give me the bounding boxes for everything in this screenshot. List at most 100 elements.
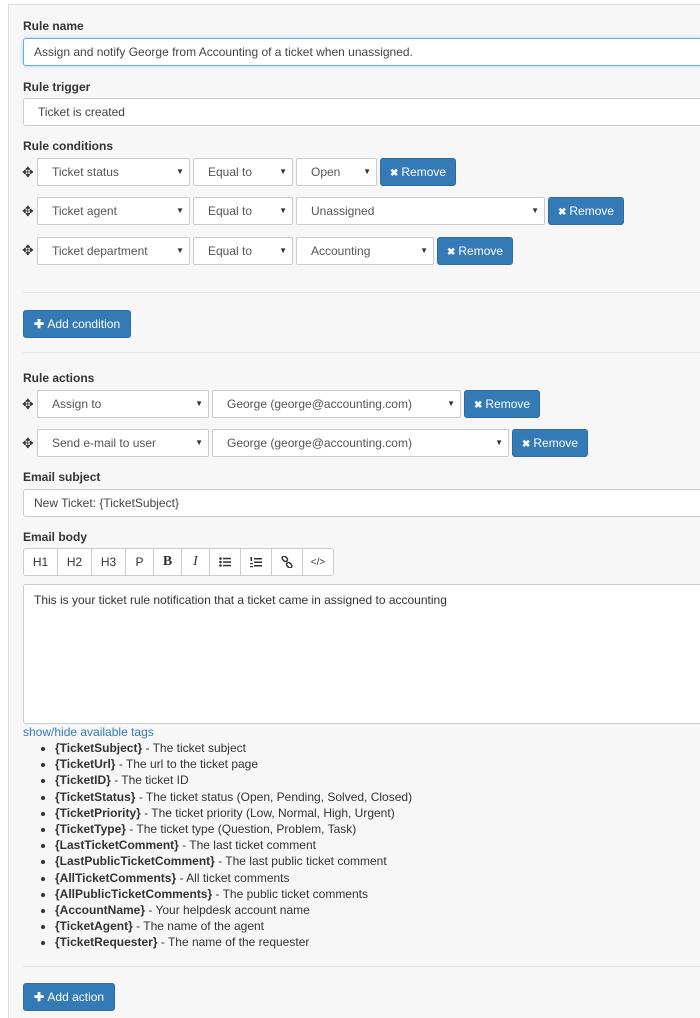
- link-button[interactable]: [271, 548, 303, 576]
- condition-field-select[interactable]: Ticket department ▼: [37, 237, 190, 265]
- code-icon: </>: [310, 556, 326, 568]
- condition-value-select[interactable]: Unassigned ▼: [296, 197, 545, 225]
- italic-button[interactable]: I: [181, 548, 210, 576]
- add-action-button[interactable]: ✚ Add action: [23, 983, 116, 1011]
- tag-item: {LastTicketComment} - The last ticket co…: [55, 838, 412, 854]
- close-icon: ✖: [558, 207, 567, 218]
- tag-item: {TicketUrl} - The url to the ticket page: [55, 757, 412, 773]
- tag-description: - The ticket status (Open, Pending, Solv…: [135, 789, 413, 804]
- tag-name: {TicketPriority}: [55, 805, 141, 820]
- action-type-value: Send e-mail to user: [52, 436, 157, 450]
- action-target-select[interactable]: George (george@accounting.com) ▼: [212, 429, 509, 457]
- rule-actions-label: Rule actions: [23, 371, 95, 385]
- caret-down-icon: ▼: [447, 399, 455, 408]
- condition-operator-value: Equal to: [208, 165, 253, 179]
- code-button[interactable]: </>: [302, 548, 334, 576]
- tag-item: {AccountName} - Your helpdesk account na…: [55, 903, 412, 919]
- tag-description: - The url to the ticket page: [115, 757, 259, 772]
- add-action-label: Add action: [47, 990, 105, 1004]
- action-target-value: George (george@accounting.com): [227, 397, 412, 411]
- condition-field-select[interactable]: Ticket agent ▼: [37, 197, 190, 225]
- condition-operator-value: Equal to: [208, 244, 253, 258]
- email-body-label: Email body: [23, 530, 88, 544]
- link-icon: [281, 556, 293, 568]
- h2-button[interactable]: H2: [57, 548, 92, 576]
- remove-label: Remove: [533, 436, 579, 450]
- tag-item: {AllPublicTicketComments} - The public t…: [55, 887, 412, 903]
- remove-label: Remove: [485, 397, 531, 411]
- remove-condition-button[interactable]: ✖ Remove: [548, 197, 625, 225]
- tag-name: {TicketRequester}: [55, 935, 158, 950]
- close-icon: ✖: [522, 439, 531, 450]
- bulleted-list-icon: [219, 557, 231, 567]
- add-condition-label: Add condition: [47, 317, 121, 331]
- condition-field-value: Ticket department: [52, 244, 148, 258]
- action-target-select[interactable]: George (george@accounting.com) ▼: [212, 390, 461, 418]
- tag-description: - The last ticket comment: [178, 838, 316, 853]
- tag-name: {TicketSubject}: [55, 741, 143, 755]
- tag-description: - The name of the requester: [157, 935, 310, 950]
- email-subject-label: Email subject: [23, 470, 101, 484]
- rule-conditions-label: Rule conditions: [23, 139, 113, 153]
- tag-description: - The public ticket comments: [212, 886, 368, 901]
- plus-icon: ✚: [34, 990, 48, 1004]
- remove-label: Remove: [569, 204, 615, 218]
- tag-name: {AccountName}: [55, 902, 146, 917]
- add-condition-button[interactable]: ✚ Add condition: [23, 310, 132, 338]
- h1-button[interactable]: H1: [23, 548, 58, 576]
- email-subject-input[interactable]: New Ticket: {TicketSubject}: [23, 489, 700, 517]
- caret-down-icon: ▼: [531, 206, 539, 215]
- tag-name: {AllTicketComments}: [55, 870, 177, 885]
- remove-condition-button[interactable]: ✖ Remove: [380, 158, 457, 186]
- remove-label: Remove: [401, 165, 447, 179]
- remove-label: Remove: [458, 244, 504, 258]
- bold-button[interactable]: B: [153, 548, 182, 576]
- condition-value-text: Open: [311, 165, 341, 179]
- drag-handle-icon[interactable]: ✥: [22, 204, 34, 218]
- action-type-select[interactable]: Send e-mail to user ▼: [37, 429, 209, 457]
- tag-name: {LastPublicTicketComment}: [55, 854, 215, 869]
- drag-handle-icon[interactable]: ✥: [22, 165, 34, 179]
- tag-name: {TicketType}: [55, 821, 126, 836]
- caret-down-icon: ▼: [363, 167, 371, 176]
- tag-description: - The ticket ID: [110, 773, 189, 788]
- close-icon: ✖: [390, 168, 399, 179]
- tag-name: {TicketStatus}: [55, 789, 136, 804]
- caret-down-icon: ▼: [195, 399, 203, 408]
- drag-handle-icon[interactable]: ✥: [22, 243, 34, 257]
- drag-handle-icon[interactable]: ✥: [22, 436, 34, 450]
- condition-field-select[interactable]: Ticket status ▼: [37, 158, 190, 186]
- numbered-list-button[interactable]: [240, 548, 272, 576]
- remove-action-button[interactable]: ✖ Remove: [512, 429, 589, 457]
- remove-condition-button[interactable]: ✖ Remove: [437, 237, 514, 265]
- condition-operator-value: Equal to: [208, 204, 253, 218]
- action-type-select[interactable]: Assign to ▼: [37, 390, 209, 418]
- caret-down-icon: ▼: [176, 246, 184, 255]
- condition-value-text: Accounting: [311, 244, 371, 258]
- rule-trigger-select[interactable]: Ticket is created: [23, 98, 700, 126]
- tag-item: {TicketStatus} - The ticket status (Open…: [55, 790, 412, 806]
- caret-down-icon: ▼: [495, 438, 503, 447]
- rule-name-input[interactable]: Assign and notify George from Accounting…: [23, 38, 700, 66]
- caret-down-icon: ▼: [176, 206, 184, 215]
- condition-value-select[interactable]: Accounting ▼: [296, 237, 434, 265]
- drag-handle-icon[interactable]: ✥: [22, 397, 34, 411]
- action-target-value: George (george@accounting.com): [227, 436, 412, 450]
- rule-trigger-label: Rule trigger: [23, 80, 91, 94]
- condition-operator-select[interactable]: Equal to ▼: [193, 237, 293, 265]
- remove-action-button[interactable]: ✖ Remove: [464, 390, 541, 418]
- condition-operator-select[interactable]: Equal to ▼: [193, 158, 293, 186]
- tag-name: {TicketID}: [55, 773, 111, 788]
- toggle-tags-link[interactable]: show/hide available tags: [23, 725, 154, 739]
- caret-down-icon: ▼: [420, 246, 428, 255]
- h3-button[interactable]: H3: [91, 548, 126, 576]
- caret-down-icon: ▼: [176, 167, 184, 176]
- tag-item: {LastPublicTicketComment} - The last pub…: [55, 854, 412, 870]
- email-body-editor[interactable]: This is your ticket rule notification th…: [23, 584, 700, 724]
- tag-description: - The ticket subject: [142, 741, 246, 755]
- condition-operator-select[interactable]: Equal to ▼: [193, 197, 293, 225]
- paragraph-button[interactable]: P: [125, 548, 154, 576]
- bulleted-list-button[interactable]: [209, 548, 241, 576]
- email-body-text: This is your ticket rule notification th…: [34, 593, 447, 607]
- condition-value-select[interactable]: Open ▼: [296, 158, 377, 186]
